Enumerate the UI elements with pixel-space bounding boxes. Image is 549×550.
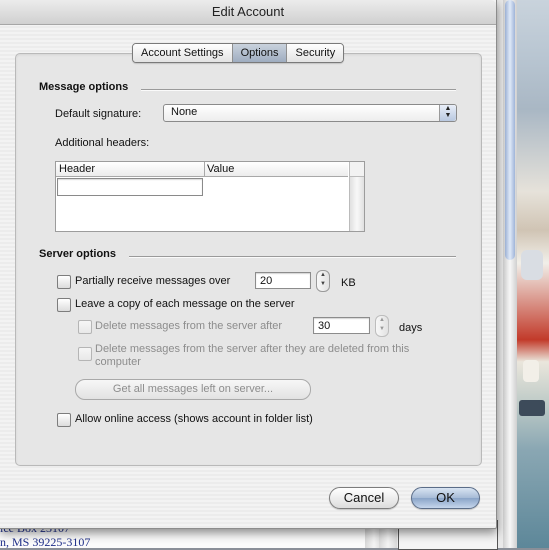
default-signature-popup[interactable]: None ▲ ▼ — [163, 104, 457, 122]
headers-table-scrollbar[interactable] — [349, 162, 364, 231]
background-scrollbar[interactable] — [503, 0, 517, 548]
header-cell-editor[interactable] — [57, 178, 203, 196]
delete-when-deleted-label-line2: computer — [95, 356, 141, 368]
partially-receive-checkbox[interactable] — [57, 275, 71, 289]
ok-button[interactable]: OK — [411, 487, 480, 509]
additional-headers-label: Additional headers: — [55, 137, 150, 149]
tab-bar: Account Settings Options Security — [132, 43, 345, 63]
get-all-messages-button[interactable]: Get all messages left on server... — [75, 379, 311, 400]
allow-online-access-checkbox[interactable] — [57, 413, 71, 427]
partially-receive-stepper[interactable]: ▲ ▼ — [316, 270, 330, 292]
allow-online-access-label: Allow online access (shows account in fo… — [75, 413, 313, 425]
headers-table-header: Header Value — [56, 162, 348, 177]
default-signature-label: Default signature: — [55, 108, 142, 120]
delete-when-deleted-checkbox[interactable] — [78, 347, 92, 361]
delete-when-deleted-label-line1: Delete messages from the server after th… — [95, 343, 410, 355]
partially-receive-kb-field[interactable]: 20 — [255, 272, 311, 289]
edit-account-sheet: Edit Account Account Settings Options Se… — [0, 0, 497, 529]
tab-options[interactable]: Options — [232, 44, 288, 62]
leave-copy-checkbox[interactable] — [57, 298, 71, 312]
headers-table[interactable]: Header Value — [55, 161, 365, 232]
message-options-heading: Message options — [39, 81, 129, 93]
background-photo — [517, 0, 549, 548]
server-options-heading: Server options — [39, 248, 117, 260]
days-unit-label: days — [399, 322, 423, 334]
tab-account-settings[interactable]: Account Settings — [133, 44, 233, 62]
leave-copy-label: Leave a copy of each message on the serv… — [75, 298, 295, 310]
delete-after-stepper[interactable]: ▲ ▼ — [375, 315, 389, 337]
delete-after-checkbox[interactable] — [78, 320, 92, 334]
default-signature-value: None — [171, 106, 198, 118]
column-header-value[interactable]: Value — [204, 162, 347, 176]
dialog-title: Edit Account — [211, 4, 285, 19]
tab-security[interactable]: Security — [287, 44, 344, 62]
column-header-header[interactable]: Header — [56, 162, 205, 176]
delete-after-label: Delete messages from the server after — [95, 320, 283, 332]
kb-unit-label: KB — [341, 277, 356, 289]
partially-receive-label: Partially receive messages over — [75, 275, 231, 287]
title-bar[interactable]: Edit Account — [0, 0, 496, 25]
background-scrollbar-thumb[interactable] — [505, 0, 515, 260]
message-options-divider — [141, 89, 456, 91]
delete-after-days-field[interactable]: 30 — [313, 317, 370, 334]
cancel-button[interactable]: Cancel — [329, 487, 399, 509]
popup-arrows-icon: ▲ ▼ — [439, 105, 456, 121]
server-options-divider — [129, 256, 456, 258]
